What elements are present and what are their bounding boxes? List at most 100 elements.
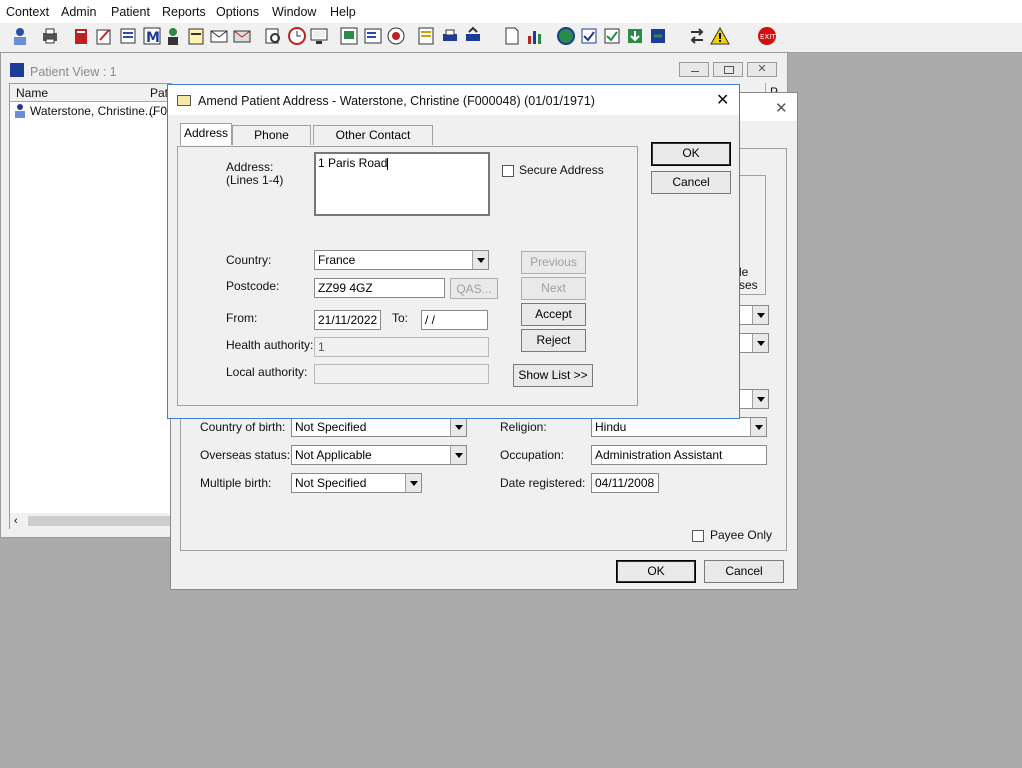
menu-context[interactable]: Context (6, 5, 49, 19)
exit-icon[interactable]: EXIT (757, 26, 777, 46)
chevron-down-icon[interactable] (405, 474, 421, 492)
ok-button[interactable]: OK (651, 142, 731, 166)
chevron-down-icon[interactable] (450, 418, 466, 436)
restore-button[interactable] (713, 62, 743, 77)
user-icon[interactable] (10, 26, 30, 46)
toolbar: M EXIT (0, 23, 1022, 53)
menu-patient[interactable]: Patient (111, 5, 150, 19)
check-list-icon[interactable] (579, 26, 599, 46)
close-icon[interactable]: ✕ (775, 99, 788, 117)
occupation-value: Administration Assistant (595, 448, 723, 462)
mail-icon[interactable] (232, 26, 252, 46)
partial-text-1: le (739, 265, 749, 279)
payee-only-checkbox[interactable] (692, 530, 704, 542)
menu-admin[interactable]: Admin (61, 5, 96, 19)
globe-icon[interactable] (556, 26, 576, 46)
health-authority-field: 1 (314, 337, 489, 357)
qas-button[interactable]: QAS... (450, 278, 498, 299)
payee-only-label: Payee Only (710, 528, 773, 542)
scrollbar-thumb[interactable] (28, 516, 172, 526)
date-registered-value: 04/11/2008 (595, 476, 655, 490)
horizontal-scrollbar[interactable]: ‹ (10, 513, 172, 529)
postcode-input[interactable]: ZZ99 4GZ (314, 278, 445, 298)
overseas-status-dropdown[interactable]: Not Applicable (291, 445, 467, 465)
approve-icon[interactable] (602, 26, 622, 46)
dropdown-a[interactable] (739, 305, 769, 325)
close-icon[interactable]: ✕ (716, 90, 729, 110)
chevron-down-icon[interactable] (752, 306, 768, 324)
report-icon[interactable] (363, 26, 383, 46)
m-icon[interactable]: M (142, 26, 162, 46)
chevron-down-icon[interactable] (750, 418, 766, 436)
dropdown-b[interactable] (739, 333, 769, 353)
swap-icon[interactable] (687, 26, 707, 46)
tab-phone-number[interactable]: Phone Number (232, 125, 311, 161)
reject-button[interactable]: Reject (521, 329, 586, 352)
tab-address[interactable]: Address (180, 123, 232, 145)
menu-window[interactable]: Window (272, 5, 316, 19)
chevron-down-icon[interactable] (752, 334, 768, 352)
forms-icon[interactable] (186, 26, 206, 46)
sync-icon[interactable] (648, 26, 668, 46)
country-of-birth-value: Not Specified (295, 420, 367, 434)
target-icon[interactable] (386, 26, 406, 46)
address-label: Address: (226, 160, 274, 174)
letters-icon[interactable] (209, 26, 229, 46)
menu-options[interactable]: Options (216, 5, 259, 19)
notepad-icon[interactable] (416, 26, 436, 46)
occupation-field[interactable]: Administration Assistant (591, 445, 767, 465)
chevron-down-icon[interactable] (752, 390, 768, 408)
clock-icon[interactable] (287, 26, 307, 46)
accept-button[interactable]: Accept (521, 303, 586, 326)
chevron-down-icon[interactable] (472, 251, 488, 269)
to-label: To: (392, 311, 409, 325)
minimize-button[interactable] (679, 62, 709, 77)
bar-chart-icon[interactable] (525, 26, 545, 46)
ok-button[interactable]: OK (616, 560, 696, 583)
menu-help[interactable]: Help (330, 5, 356, 19)
search-icon[interactable] (263, 26, 283, 46)
menu-reports[interactable]: Reports (162, 5, 206, 19)
column-header-name[interactable]: Name (10, 84, 145, 102)
from-date-input[interactable]: 21/11/2022 (314, 310, 381, 330)
dropdown-c[interactable] (739, 389, 769, 409)
country-of-birth-dropdown[interactable]: Not Specified (291, 417, 467, 437)
next-button[interactable]: Next (521, 277, 586, 300)
multiple-birth-dropdown[interactable]: Not Specified (291, 473, 422, 493)
address-input[interactable]: 1 Paris Road (314, 152, 490, 216)
to-date-input[interactable]: / / (421, 310, 488, 330)
occupation-label: Occupation: (500, 448, 565, 462)
warning-icon[interactable] (710, 26, 730, 46)
amend-address-dialog: Amend Patient Address - Waterstone, Chri… (167, 84, 740, 419)
printer-icon[interactable] (40, 26, 60, 46)
previous-button[interactable]: Previous (521, 251, 586, 274)
patient-view-icon (10, 63, 24, 77)
secure-address-checkbox[interactable] (502, 165, 514, 177)
health-authority-value: 1 (318, 340, 325, 354)
patient-row[interactable]: Waterstone, Christine... (F00 (10, 102, 174, 120)
book-icon[interactable] (71, 26, 91, 46)
date-registered-field[interactable]: 04/11/2008 (591, 473, 659, 493)
menu-bar: Context Admin Patient Reports Options Wi… (0, 0, 1022, 23)
document-icon[interactable] (502, 26, 522, 46)
notes-icon[interactable] (94, 26, 114, 46)
country-dropdown[interactable]: France (314, 250, 489, 270)
close-icon[interactable]: ✕ (747, 62, 777, 77)
country-of-birth-label: Country of birth: (200, 420, 286, 434)
chevron-down-icon[interactable] (450, 446, 466, 464)
scroll-left-icon[interactable]: ‹ (14, 515, 18, 527)
download-icon[interactable] (625, 26, 645, 46)
chart-icon[interactable] (339, 26, 359, 46)
show-list-button[interactable]: Show List >> (513, 364, 593, 387)
monitor-icon[interactable] (309, 26, 329, 46)
transfer-icon[interactable] (463, 26, 483, 46)
list-icon[interactable] (118, 26, 138, 46)
patient-name: Waterstone, Christine... (30, 104, 155, 118)
cancel-button[interactable]: Cancel (704, 560, 784, 583)
print-icon[interactable] (440, 26, 460, 46)
multiple-birth-label: Multiple birth: (200, 476, 272, 490)
doctor-icon[interactable] (163, 26, 183, 46)
cancel-button[interactable]: Cancel (651, 171, 731, 194)
religion-dropdown[interactable]: Hindu (591, 417, 767, 437)
tab-other-contact-methods[interactable]: Other Contact Methods (313, 125, 433, 161)
